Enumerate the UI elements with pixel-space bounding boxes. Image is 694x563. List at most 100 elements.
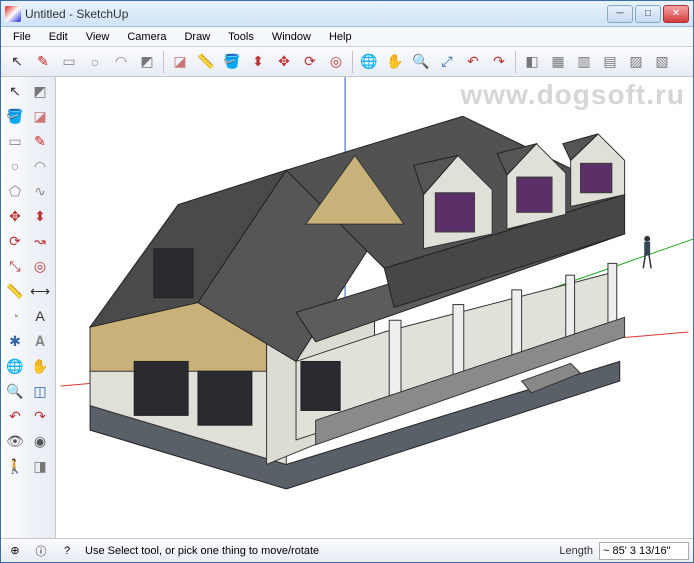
tool-row: ↶↷ xyxy=(3,404,53,428)
line-button[interactable]: ✎ xyxy=(31,50,55,74)
pan-button[interactable]: ✋ xyxy=(28,354,52,378)
tape-button[interactable]: 📏 xyxy=(3,279,27,303)
paint-button[interactable]: 🪣 xyxy=(3,104,27,128)
tool-row: ✱𝐀 xyxy=(3,329,53,353)
section-button[interactable]: ◨ xyxy=(28,454,52,478)
move-icon: ✥ xyxy=(7,208,23,224)
house-model xyxy=(90,116,625,489)
zoomwin-icon: ◫ xyxy=(32,383,48,399)
offset-icon: ◎ xyxy=(32,258,48,274)
rectangle-button[interactable]: ▭ xyxy=(57,50,81,74)
line-button[interactable]: ✎ xyxy=(28,129,52,153)
3dtext-icon: 𝐀 xyxy=(32,333,48,349)
dimension-button[interactable]: ⟷ xyxy=(28,279,52,303)
credits-icon[interactable]: ⓘ xyxy=(31,541,51,561)
menu-edit[interactable]: Edit xyxy=(41,29,76,45)
zoomext-button[interactable]: ⤢ xyxy=(435,50,459,74)
tool-row: 🪣◪ xyxy=(3,104,53,128)
help-icon[interactable]: ? xyxy=(57,541,77,561)
menu-window[interactable]: Window xyxy=(264,29,319,45)
orbit-icon: 🌐 xyxy=(7,358,23,374)
orbit-button[interactable]: 🌐 xyxy=(357,50,381,74)
axes-button[interactable]: ✱ xyxy=(3,329,27,353)
lookaround-button[interactable]: ◉ xyxy=(28,429,52,453)
offset-button[interactable]: ◎ xyxy=(324,50,348,74)
status-hint: Use Select tool, or pick one thing to mo… xyxy=(83,545,553,557)
select-button[interactable]: ↖ xyxy=(3,79,27,103)
separator xyxy=(163,51,164,73)
statusbar: ⊕ ⓘ ? Use Select tool, or pick one thing… xyxy=(1,538,693,562)
menu-file[interactable]: File xyxy=(5,29,39,45)
arc-button[interactable]: ◠ xyxy=(28,154,52,178)
zoom-button[interactable]: 🔍 xyxy=(409,50,433,74)
rotate-button[interactable]: ⟳ xyxy=(298,50,322,74)
section-icon: ◨ xyxy=(32,458,48,474)
toolbar-left: ↖◩🪣◪▭✎○◠⬠∿✥⬍⟳↝⤡◎📏⟷◔A✱𝐀🌐✋🔍◫↶↷👁◉🚶◨ xyxy=(1,77,56,538)
pan-button[interactable]: ✋ xyxy=(383,50,407,74)
eraser-button[interactable]: ◪ xyxy=(28,104,52,128)
menu-draw[interactable]: Draw xyxy=(176,29,218,45)
zoom-button[interactable]: 🔍 xyxy=(3,379,27,403)
polygon-button[interactable]: ⬠ xyxy=(3,179,27,203)
tool-row: 🌐✋ xyxy=(3,354,53,378)
menu-tools[interactable]: Tools xyxy=(220,29,262,45)
circle-icon: ○ xyxy=(87,54,103,70)
walk-button[interactable]: 🚶 xyxy=(3,454,27,478)
select-button[interactable]: ↖ xyxy=(5,50,29,74)
freehand-button[interactable]: ∿ xyxy=(28,179,52,203)
arc-button[interactable]: ◠ xyxy=(109,50,133,74)
window-controls: ─ □ ✕ xyxy=(607,5,689,23)
circle-button[interactable]: ○ xyxy=(3,154,27,178)
circle-button[interactable]: ○ xyxy=(83,50,107,74)
geo-icon[interactable]: ⊕ xyxy=(5,541,25,561)
rectangle-button[interactable]: ▭ xyxy=(3,129,27,153)
move-button[interactable]: ✥ xyxy=(3,204,27,228)
maximize-button[interactable]: □ xyxy=(635,5,661,23)
zoomwin-button[interactable]: ◫ xyxy=(28,379,52,403)
text-icon: A xyxy=(32,308,48,324)
next-button[interactable]: ↷ xyxy=(487,50,511,74)
back-button[interactable]: ▨ xyxy=(624,50,648,74)
rotate-button[interactable]: ⟳ xyxy=(3,229,27,253)
tape-icon: 📏 xyxy=(198,54,214,70)
menu-view[interactable]: View xyxy=(78,29,118,45)
left-button[interactable]: ▧ xyxy=(650,50,674,74)
front-button[interactable]: ▥ xyxy=(572,50,596,74)
tape-button[interactable]: 📏 xyxy=(194,50,218,74)
offset-button[interactable]: ◎ xyxy=(28,254,52,278)
protractor-icon: ◔ xyxy=(7,308,23,324)
close-button[interactable]: ✕ xyxy=(663,5,689,23)
position-button[interactable]: 👁 xyxy=(3,429,27,453)
rotate-icon: ⟳ xyxy=(7,233,23,249)
orbit-button[interactable]: 🌐 xyxy=(3,354,27,378)
component-button[interactable]: ◩ xyxy=(135,50,159,74)
followme-button[interactable]: ↝ xyxy=(28,229,52,253)
select-icon: ↖ xyxy=(9,54,25,70)
viewport-3d[interactable]: www.dogsoft.ru xyxy=(56,77,693,538)
pushpull-button[interactable]: ⬍ xyxy=(28,204,52,228)
prev-button[interactable]: ↶ xyxy=(461,50,485,74)
menu-camera[interactable]: Camera xyxy=(119,29,174,45)
right-button[interactable]: ▤ xyxy=(598,50,622,74)
protractor-button[interactable]: ◔ xyxy=(3,304,27,328)
circle-icon: ○ xyxy=(7,158,23,174)
measurement-input[interactable] xyxy=(599,542,689,560)
paint-button[interactable]: 🪣 xyxy=(220,50,244,74)
text-button[interactable]: A xyxy=(28,304,52,328)
prev-button[interactable]: ↶ xyxy=(3,404,27,428)
component-button[interactable]: ◩ xyxy=(28,79,52,103)
freehand-icon: ∿ xyxy=(32,183,48,199)
rectangle-icon: ▭ xyxy=(7,133,23,149)
menu-help[interactable]: Help xyxy=(321,29,360,45)
top-button[interactable]: ▦ xyxy=(546,50,570,74)
separator xyxy=(352,51,353,73)
eraser-button[interactable]: ◪ xyxy=(168,50,192,74)
scale-button[interactable]: ⤡ xyxy=(3,254,27,278)
pushpull-button[interactable]: ⬍ xyxy=(246,50,270,74)
minimize-button[interactable]: ─ xyxy=(607,5,633,23)
move-button[interactable]: ✥ xyxy=(272,50,296,74)
3dtext-button[interactable]: 𝐀 xyxy=(28,329,52,353)
tool-row: 🔍◫ xyxy=(3,379,53,403)
iso-button[interactable]: ◧ xyxy=(520,50,544,74)
next-button[interactable]: ↷ xyxy=(28,404,52,428)
